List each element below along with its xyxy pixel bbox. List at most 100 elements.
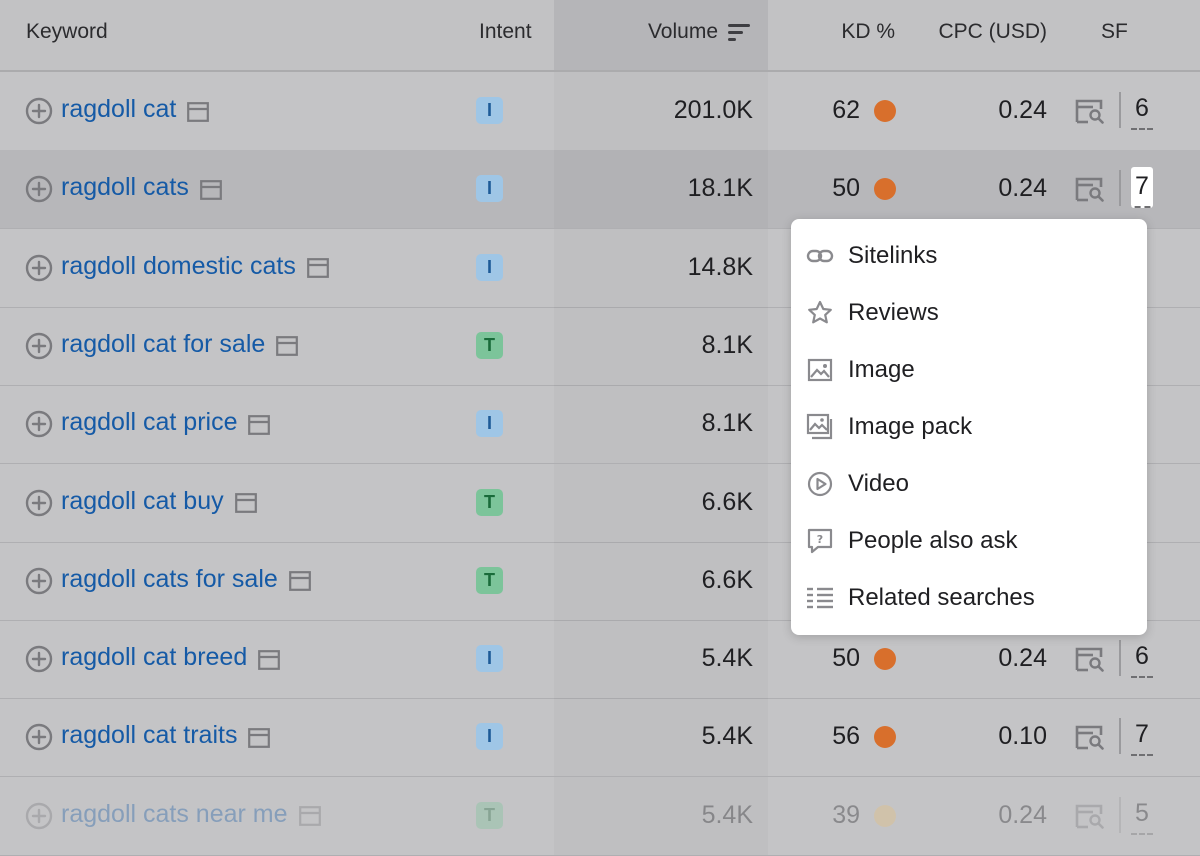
keyword-text[interactable]: ragdoll cat price xyxy=(61,408,237,437)
table-header: Keyword Intent Volume KD % CPC (USD) SF xyxy=(0,0,1200,72)
sf-divider xyxy=(1119,92,1121,128)
kd-difficulty-dot xyxy=(874,726,896,749)
intent-badge: T xyxy=(476,331,503,359)
kd-value: 50 xyxy=(832,644,860,673)
row-cells: ragdoll cat I 201.0K 62 0.24 6 xyxy=(0,72,1200,150)
column-header-kd[interactable]: KD % xyxy=(800,20,895,44)
serp-features-count[interactable]: 6 xyxy=(1131,642,1153,679)
serp-feature-item[interactable]: Related searches xyxy=(791,573,1147,623)
video-icon xyxy=(805,469,835,499)
serp-feature-label: Related searches xyxy=(848,584,1035,611)
keyword-link[interactable]: ragdoll cats near me xyxy=(61,800,321,829)
serp-preview-icon[interactable] xyxy=(276,334,299,357)
serp-feature-item[interactable]: Image pack xyxy=(791,402,1147,452)
keyword-link[interactable]: ragdoll cat buy xyxy=(61,487,257,516)
keyword-text[interactable]: ragdoll cat breed xyxy=(61,643,247,672)
keyword-text[interactable]: ragdoll cats for sale xyxy=(61,565,278,594)
intent-badge: I xyxy=(476,97,503,124)
serp-preview-icon[interactable] xyxy=(248,726,271,748)
row-cells: ragdoll cats near me T 5.4K 39 0.24 5 xyxy=(0,777,1200,855)
serp-feature-item[interactable]: Video xyxy=(791,459,1147,509)
serp-feature-item[interactable]: Sitelinks xyxy=(791,231,1147,281)
serp-feature-label: Image pack xyxy=(848,413,973,440)
serp-features-icon[interactable] xyxy=(1075,646,1105,672)
volume-value: 201.0K xyxy=(673,96,753,124)
serp-features-count[interactable]: 6 xyxy=(1131,94,1153,130)
volume-value: 5.4K xyxy=(701,800,753,829)
keyword-link[interactable]: ragdoll cat for sale xyxy=(61,330,299,359)
sf-divider xyxy=(1119,170,1121,207)
serp-feature-label: Image xyxy=(848,356,915,383)
add-keyword-icon[interactable] xyxy=(25,489,53,517)
table-row[interactable]: ragdoll cats near me T 5.4K 39 0.24 5 xyxy=(0,777,1200,856)
serp-preview-icon[interactable] xyxy=(306,256,329,278)
keyword-link[interactable]: ragdoll domestic cats xyxy=(61,252,329,281)
kd-value: 39 xyxy=(832,800,860,829)
sf-divider xyxy=(1119,640,1121,677)
intent-badge: I xyxy=(476,253,503,281)
keyword-text[interactable]: ragdoll cats xyxy=(61,173,189,202)
serp-preview-icon[interactable] xyxy=(234,491,257,513)
add-keyword-icon[interactable] xyxy=(25,254,53,282)
table-row[interactable]: ragdoll cat traits I 5.4K 56 0.10 7 xyxy=(0,698,1200,778)
keyword-text[interactable]: ragdoll cat traits xyxy=(61,721,237,750)
keyword-text[interactable]: ragdoll cat buy xyxy=(61,487,224,516)
add-keyword-icon[interactable] xyxy=(25,567,53,595)
column-header-sf[interactable]: SF xyxy=(1101,20,1128,44)
keyword-link[interactable]: ragdoll cat breed xyxy=(61,643,281,672)
serp-feature-item[interactable]: ? People also ask xyxy=(791,516,1147,566)
column-header-volume[interactable]: Volume xyxy=(554,20,718,44)
serp-feature-item[interactable]: Image xyxy=(791,345,1147,395)
kd-value: 62 xyxy=(832,96,860,124)
serp-preview-icon[interactable] xyxy=(187,100,210,122)
add-keyword-icon[interactable] xyxy=(25,175,53,203)
keyword-text[interactable]: ragdoll cat for sale xyxy=(61,330,265,359)
row-cells: ragdoll cat traits I 5.4K 56 0.10 7 xyxy=(0,698,1200,776)
keyword-text[interactable]: ragdoll cat xyxy=(61,95,176,124)
sf-divider xyxy=(1119,796,1121,833)
volume-value: 8.1K xyxy=(701,409,753,438)
column-header-cpc[interactable]: CPC (USD) xyxy=(920,20,1048,44)
table-row[interactable]: ragdoll cat I 201.0K 62 0.24 6 xyxy=(0,72,1200,151)
serp-features-count[interactable]: 5 xyxy=(1131,799,1153,835)
volume-value: 18.1K xyxy=(687,174,753,203)
serp-preview-icon[interactable] xyxy=(288,569,311,592)
serp-features-icon[interactable] xyxy=(1075,724,1105,751)
intent-badge: I xyxy=(476,410,503,438)
serp-feature-label: Reviews xyxy=(848,299,939,326)
volume-value: 6.6K xyxy=(701,565,753,594)
add-keyword-icon[interactable] xyxy=(25,410,53,438)
keyword-link[interactable]: ragdoll cats for sale xyxy=(61,565,311,594)
add-keyword-icon[interactable] xyxy=(25,332,53,360)
serp-preview-icon[interactable] xyxy=(248,413,271,435)
keyword-link[interactable]: ragdoll cats xyxy=(61,173,222,202)
serp-features-icon[interactable] xyxy=(1075,176,1105,203)
serp-features-icon[interactable] xyxy=(1075,803,1105,829)
add-keyword-icon[interactable] xyxy=(25,723,53,751)
kd-difficulty-dot xyxy=(874,178,896,201)
serp-features-count[interactable]: 7 xyxy=(1131,720,1153,757)
keyword-link[interactable]: ragdoll cat xyxy=(61,95,210,124)
column-header-keyword[interactable]: Keyword xyxy=(26,20,108,44)
keyword-link[interactable]: ragdoll cat price xyxy=(61,408,271,437)
add-keyword-icon[interactable] xyxy=(25,645,53,673)
serp-feature-item[interactable]: Reviews xyxy=(791,288,1147,338)
add-keyword-icon[interactable] xyxy=(25,97,53,125)
sort-descending-icon[interactable] xyxy=(728,24,750,44)
column-header-intent[interactable]: Intent xyxy=(479,20,532,44)
serp-preview-icon[interactable] xyxy=(199,178,222,200)
table-row[interactable]: ragdoll cats I 18.1K 50 0.24 7 xyxy=(0,150,1200,230)
intent-badge: I xyxy=(476,723,503,751)
serp-preview-icon[interactable] xyxy=(258,648,281,670)
cpc-value: 0.10 xyxy=(998,722,1047,751)
serp-features-icon[interactable] xyxy=(1075,98,1105,124)
keyword-link[interactable]: ragdoll cat traits xyxy=(61,721,271,750)
keyword-text[interactable]: ragdoll domestic cats xyxy=(61,252,296,281)
serp-preview-icon[interactable] xyxy=(298,804,321,827)
serp-features-count[interactable]: 7 xyxy=(1131,167,1153,209)
keyword-text[interactable]: ragdoll cats near me xyxy=(61,800,288,829)
serp-feature-label: People also ask xyxy=(848,527,1018,554)
volume-value: 6.6K xyxy=(701,487,753,516)
serp-feature-label: Sitelinks xyxy=(848,242,938,269)
add-keyword-icon[interactable] xyxy=(25,802,53,830)
